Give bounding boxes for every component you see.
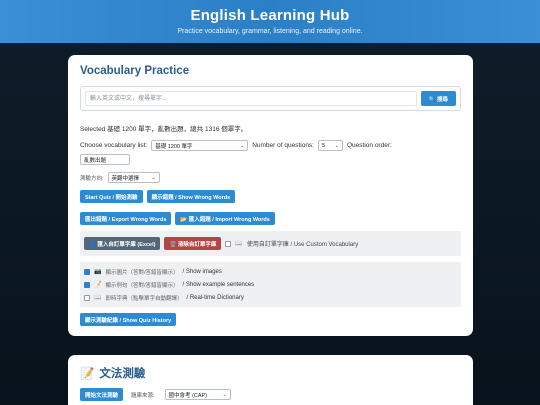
vocabulary-practice-card: Vocabulary Practice 🔍 搜尋 Selected 基礎 120… [68,55,473,336]
book-icon: 📖 [94,295,102,301]
vocabulary-list-value: 基礎 1200 單字 [155,143,193,150]
import-custom-vocabulary-button[interactable]: 👤 匯入自訂單字庫 (Excel) [84,237,161,250]
grammar-source-value: 國中會考 (CAP) [168,392,208,399]
clear-custom-vocabulary-button[interactable]: 🗑️ 清除自訂單字庫 [164,237,222,250]
search-bar: 🔍 搜尋 [80,86,461,111]
list-label: Choose vocabulary list: [80,142,148,149]
show-images-label-en: / Show images [182,268,222,275]
grammar-source-select[interactable]: 國中會考 (CAP) ⌄ [164,389,231,400]
camera-icon: 📷 [94,269,102,275]
export-wrong-words-button[interactable]: 匯出錯題 / Export Wrong Words [80,212,172,225]
search-button[interactable]: 🔍 搜尋 [420,91,456,106]
history-row: 顯示測驗紀錄 / Show Quiz History [80,313,461,326]
use-custom-vocabulary-checkbox[interactable] [225,240,232,247]
memo-icon: 📝 [80,368,95,380]
option-show-images[interactable]: 📷 顯示圖片（答對/答錯皆顯示） / Show images [84,265,457,278]
quiz-buttons-row: Start Quiz / 開始測驗 顯示錯題 / Show Wrong Word… [80,190,461,203]
show-examples-checkbox[interactable] [84,281,90,288]
realtime-dictionary-checkbox[interactable] [84,294,90,301]
show-images-label-zh: 顯示圖片（答對/答錯皆顯示） [105,269,179,276]
book-icon: 📖 [235,241,243,247]
show-images-checkbox[interactable] [84,268,90,275]
quiz-settings-row: Choose vocabulary list: 基礎 1200 單字 ⌄ Num… [80,140,461,151]
selected-info: Selected 基礎 1200 單字，亂數出題，總共 1316 個單字。 [80,126,248,133]
question-count-value: 5 [322,142,326,149]
search-input[interactable] [85,91,417,106]
chevron-down-icon: ⌄ [240,142,245,149]
chevron-down-icon: ⌄ [222,391,227,398]
grammar-title: 文法測驗 [99,368,146,380]
export-import-row: 匯出錯題 / Export Wrong Words 📂 匯入錯題 / Impor… [80,212,461,225]
grammar-title-row: 📝 文法測驗 [80,365,461,381]
vocabulary-title: Vocabulary Practice [80,65,190,77]
app-subtitle: Practice vocabulary, grammar, listening,… [177,28,363,35]
grammar-quiz-card: 📝 文法測驗 開始文法測驗 題庫來源: 國中會考 (CAP) ⌄ [68,355,473,405]
app-header: English Learning Hub Practice vocabulary… [0,0,540,43]
order-label: Question order: [347,142,392,149]
app-title: English Learning Hub [190,7,350,24]
show-quiz-history-button[interactable]: 顯示測驗紀錄 / Show Quiz History [80,313,177,326]
start-grammar-quiz-button[interactable]: 開始文法測驗 [80,388,124,401]
start-quiz-button[interactable]: Start Quiz / 開始測驗 [80,190,143,203]
chevron-down-icon: ⌄ [334,142,339,149]
question-order-value: 亂數出題 [84,157,107,164]
show-examples-label-en: / Show example sentences [182,281,255,288]
show-wrong-words-button[interactable]: 顯示錯題 / Show Wrong Words [146,190,236,203]
realtime-dictionary-label-zh: 即時字典（點擊單字自動翻譯） [105,295,183,302]
chevron-down-icon: ⌄ [151,174,156,181]
display-options-panel: 📷 顯示圖片（答對/答錯皆顯示） / Show images 📝 顯示例句（答對… [80,262,461,307]
question-order-select[interactable]: 亂數出題 [80,154,130,165]
direction-value: 英翻中選擇 [111,175,140,182]
realtime-dictionary-label-en: / Real-time Dictionary [186,294,244,301]
grammar-controls-row: 開始文法測驗 題庫來源: 國中會考 (CAP) ⌄ [80,388,461,401]
use-custom-vocabulary-label: 使用自訂單字庫 / Use Custom Vocabulary [246,242,359,248]
memo-icon: 📝 [94,282,102,288]
direction-label: 測驗方向: [80,175,104,182]
questions-label: Number of questions: [252,142,314,149]
show-examples-label-zh: 顯示例句（答對/答錯皆顯示） [105,282,179,289]
option-realtime-dictionary[interactable]: 📖 即時字典（點擊單字自動翻譯） / Real-time Dictionary [84,291,457,304]
direction-select[interactable]: 英翻中選擇 ⌄ [107,172,160,183]
import-wrong-words-button[interactable]: 📂 匯入錯題 / Import Wrong Words [175,212,275,225]
direction-row: 測驗方向: 英翻中選擇 ⌄ [80,172,461,183]
grammar-source-label: 題庫來源: [131,392,155,399]
vocabulary-list-select[interactable]: 基礎 1200 單字 ⌄ [151,140,249,151]
question-count-select[interactable]: 5 ⌄ [318,140,343,151]
option-show-examples[interactable]: 📝 顯示例句（答對/答錯皆顯示） / Show example sentence… [84,278,457,291]
custom-vocabulary-panel: 👤 匯入自訂單字庫 (Excel) 🗑️ 清除自訂單字庫 📖 使用自訂單字庫 /… [80,231,461,256]
order-row: 亂數出題 [80,154,461,165]
